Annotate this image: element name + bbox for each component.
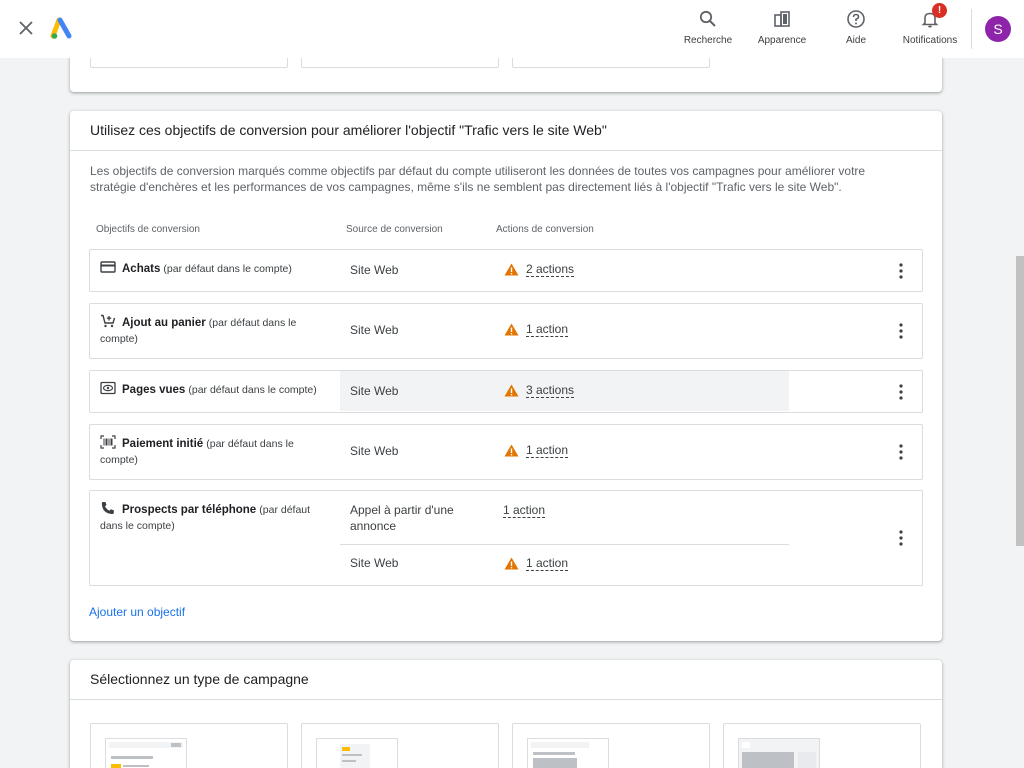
- section-title: Sélectionnez un type de campagne: [70, 660, 942, 700]
- vertical-scrollbar[interactable]: [1015, 58, 1024, 768]
- conversion-actions: 2 actions: [504, 262, 575, 277]
- notifications-button[interactable]: ! Notifications: [891, 0, 969, 58]
- warning-icon: [504, 557, 519, 570]
- top-app-bar: Recherche Apparence Aide ! Notifications…: [0, 0, 1024, 58]
- campaign-type-card: Sélectionnez un type de campagne: [70, 660, 942, 768]
- warning-icon: [504, 444, 519, 457]
- search-campaign-illustration: [105, 738, 187, 768]
- actions-link[interactable]: 1 action: [503, 503, 546, 518]
- more-vert-icon: [899, 323, 903, 339]
- objective-tile[interactable]: [90, 58, 288, 68]
- scrollbar-thumb[interactable]: [1016, 256, 1024, 546]
- conversion-actions: 1 action: [504, 322, 569, 337]
- help-button[interactable]: Aide: [821, 0, 891, 58]
- actions-link[interactable]: 3 actions: [526, 383, 575, 398]
- page-view-icon: [100, 381, 116, 395]
- goal-name: Paiement initié: [122, 438, 204, 450]
- goal-row-prospects-par-telephone: Prospects par téléphone (par défaut dans…: [89, 490, 923, 586]
- actions-link[interactable]: 1 action: [526, 556, 569, 571]
- section-title: Utilisez ces objectifs de conversion pou…: [70, 111, 942, 151]
- column-header-goals: Objectifs de conversion: [96, 224, 200, 235]
- more-vert-icon: [899, 384, 903, 400]
- more-vert-icon: [899, 530, 903, 546]
- help-icon: [847, 10, 865, 28]
- shopping-campaign-illustration: [527, 738, 609, 768]
- more-vert-icon: [899, 444, 903, 460]
- search-button[interactable]: Recherche: [673, 0, 743, 58]
- goal-row-achats: Achats (par défaut dans le compte) Site …: [89, 249, 923, 292]
- goal-name: Achats: [122, 263, 161, 275]
- actions-link[interactable]: 2 actions: [526, 262, 575, 277]
- notifications-badge: !: [932, 3, 947, 18]
- more-options-button[interactable]: [891, 321, 911, 341]
- section-description: Les objectifs de conversion marqués comm…: [90, 164, 866, 194]
- divider: [340, 544, 789, 545]
- goal-row-paiement-initie: Paiement initié (par défaut dans le comp…: [89, 424, 923, 480]
- warning-icon: [504, 384, 519, 397]
- video-campaign-illustration: [738, 738, 820, 768]
- goal-row-ajout-au-panier: Ajout au panier (par défaut dans le comp…: [89, 303, 923, 359]
- account-area: S: [972, 0, 1024, 58]
- objective-tile[interactable]: [512, 58, 710, 68]
- goal-name-cell: Achats (par défaut dans le compte): [100, 260, 322, 277]
- conversion-actions: 1 action: [503, 503, 546, 518]
- more-options-button[interactable]: [891, 528, 911, 548]
- conversion-actions: 1 action: [504, 556, 569, 571]
- google-ads-logo: [50, 17, 74, 41]
- conversion-goals-card: Utilisez ces objectifs de conversion pou…: [70, 111, 942, 641]
- goal-row-pages-vues: Pages vues (par défaut dans le compte) S…: [89, 370, 923, 413]
- actions-link[interactable]: 1 action: [526, 322, 569, 337]
- conversion-source: Site Web: [350, 556, 399, 570]
- notifications-label: Notifications: [902, 35, 958, 46]
- search-label: Recherche: [683, 35, 733, 46]
- campaign-type-tile-display[interactable]: [301, 723, 499, 768]
- more-options-button[interactable]: [891, 442, 911, 462]
- help-label: Aide: [845, 35, 866, 46]
- conversion-actions: 3 actions: [504, 383, 575, 398]
- top-actions: Recherche Apparence Aide ! Notifications…: [673, 0, 1024, 58]
- goal-name-cell: Prospects par téléphone (par défaut dans…: [100, 501, 322, 534]
- goal-name-cell: Pages vues (par défaut dans le compte): [100, 381, 322, 398]
- more-options-button[interactable]: [891, 261, 911, 281]
- column-header-source: Source de conversion: [346, 224, 443, 235]
- credit-card-icon: [100, 261, 116, 273]
- barcode-icon: [100, 435, 116, 449]
- avatar[interactable]: S: [985, 16, 1011, 42]
- column-header-actions: Actions de conversion: [496, 224, 594, 235]
- goal-default-note: (par défaut dans le compte): [163, 263, 292, 275]
- campaign-type-tile-video[interactable]: [723, 723, 921, 768]
- conversion-source: Appel à partir d'une annonce: [350, 503, 454, 533]
- more-options-button[interactable]: [891, 382, 911, 402]
- phone-icon: [101, 502, 114, 514]
- more-vert-icon: [899, 263, 903, 279]
- conversion-source: Site Web: [350, 444, 399, 458]
- conversion-source: Site Web: [350, 323, 399, 337]
- conversion-source: Site Web: [350, 384, 399, 398]
- close-icon[interactable]: [16, 18, 36, 38]
- search-icon: [699, 10, 716, 27]
- objective-tile[interactable]: [301, 58, 499, 68]
- goal-default-note: (par défaut dans le compte): [188, 384, 317, 396]
- conversion-actions: 1 action: [504, 443, 569, 458]
- goal-name-cell: Paiement initié (par défaut dans le comp…: [100, 435, 322, 468]
- add-goal-link[interactable]: Ajouter un objectif: [89, 605, 185, 619]
- add-to-cart-icon: [101, 314, 116, 328]
- actions-link[interactable]: 1 action: [526, 443, 569, 458]
- appearance-icon: [774, 11, 790, 27]
- warning-icon: [504, 323, 519, 336]
- goal-name-cell: Ajout au panier (par défaut dans le comp…: [100, 314, 322, 347]
- display-campaign-illustration: [316, 738, 398, 768]
- appearance-button[interactable]: Apparence: [743, 0, 821, 58]
- goal-name: Ajout au panier: [122, 317, 206, 329]
- campaign-type-tile-search[interactable]: [90, 723, 288, 768]
- appearance-label: Apparence: [757, 35, 807, 46]
- campaign-type-tile-shopping[interactable]: [512, 723, 710, 768]
- conversion-source: Site Web: [350, 263, 399, 277]
- warning-icon: [504, 263, 519, 276]
- goal-name: Pages vues: [122, 384, 186, 396]
- goal-name: Prospects par téléphone: [122, 504, 257, 516]
